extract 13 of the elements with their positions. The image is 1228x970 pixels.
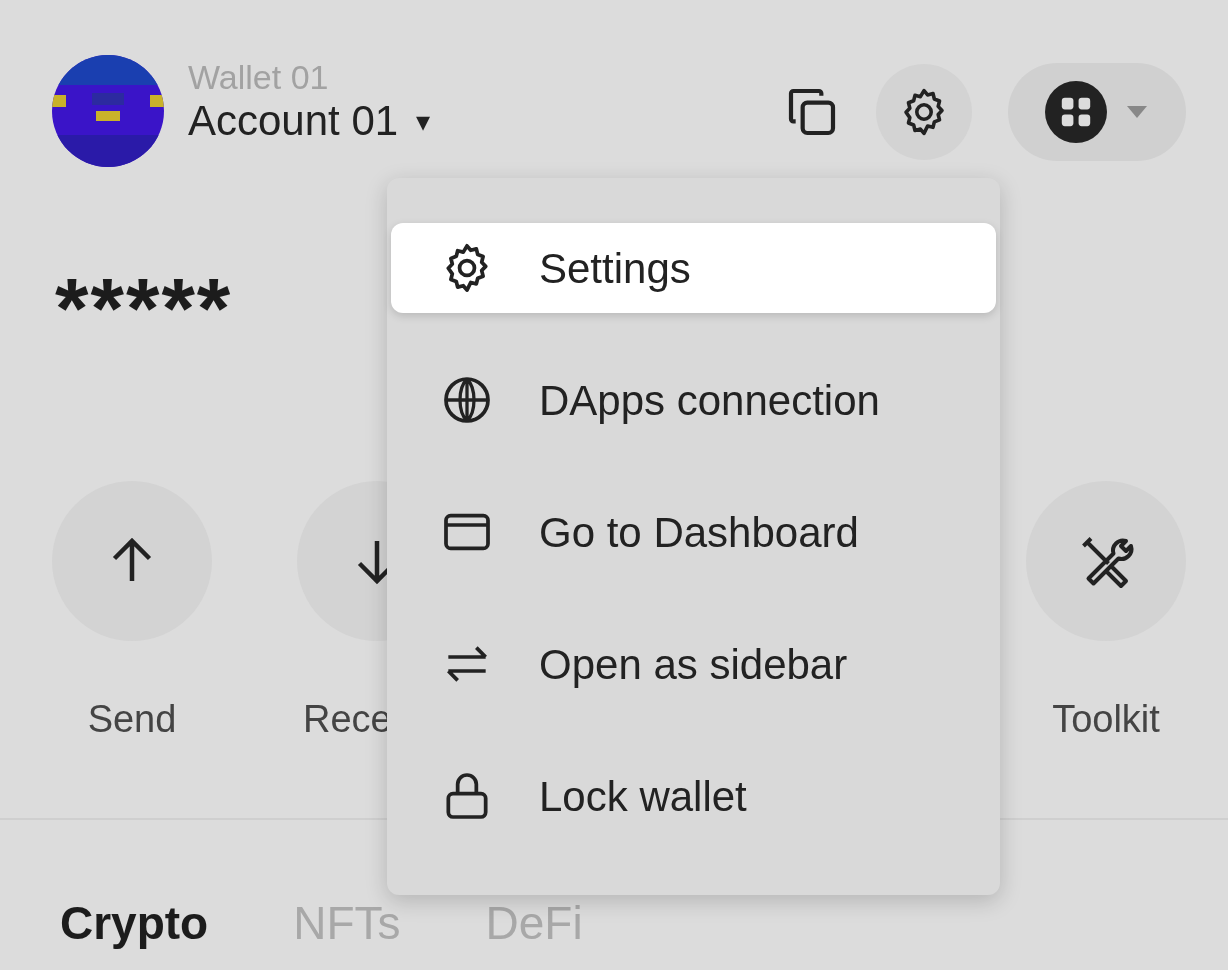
- menu-item[interactable]: Open as sidebar: [391, 619, 996, 709]
- menu-item[interactable]: Lock wallet: [391, 751, 996, 841]
- menu-item[interactable]: Settings: [391, 223, 996, 313]
- balance-text: *****: [55, 265, 233, 351]
- account-selector[interactable]: Account 01 ▾: [188, 96, 431, 147]
- action-label: Rece: [303, 697, 392, 742]
- action-label: Toolkit: [1052, 697, 1160, 742]
- wallet-name: Wallet 01: [188, 59, 330, 97]
- action-label: Send: [87, 697, 177, 742]
- grid-icon: [1045, 81, 1107, 143]
- caret-icon: [1125, 104, 1149, 120]
- menu-item[interactable]: Go to Dashboard: [391, 487, 996, 577]
- menu-item[interactable]: DApps connection: [391, 355, 996, 445]
